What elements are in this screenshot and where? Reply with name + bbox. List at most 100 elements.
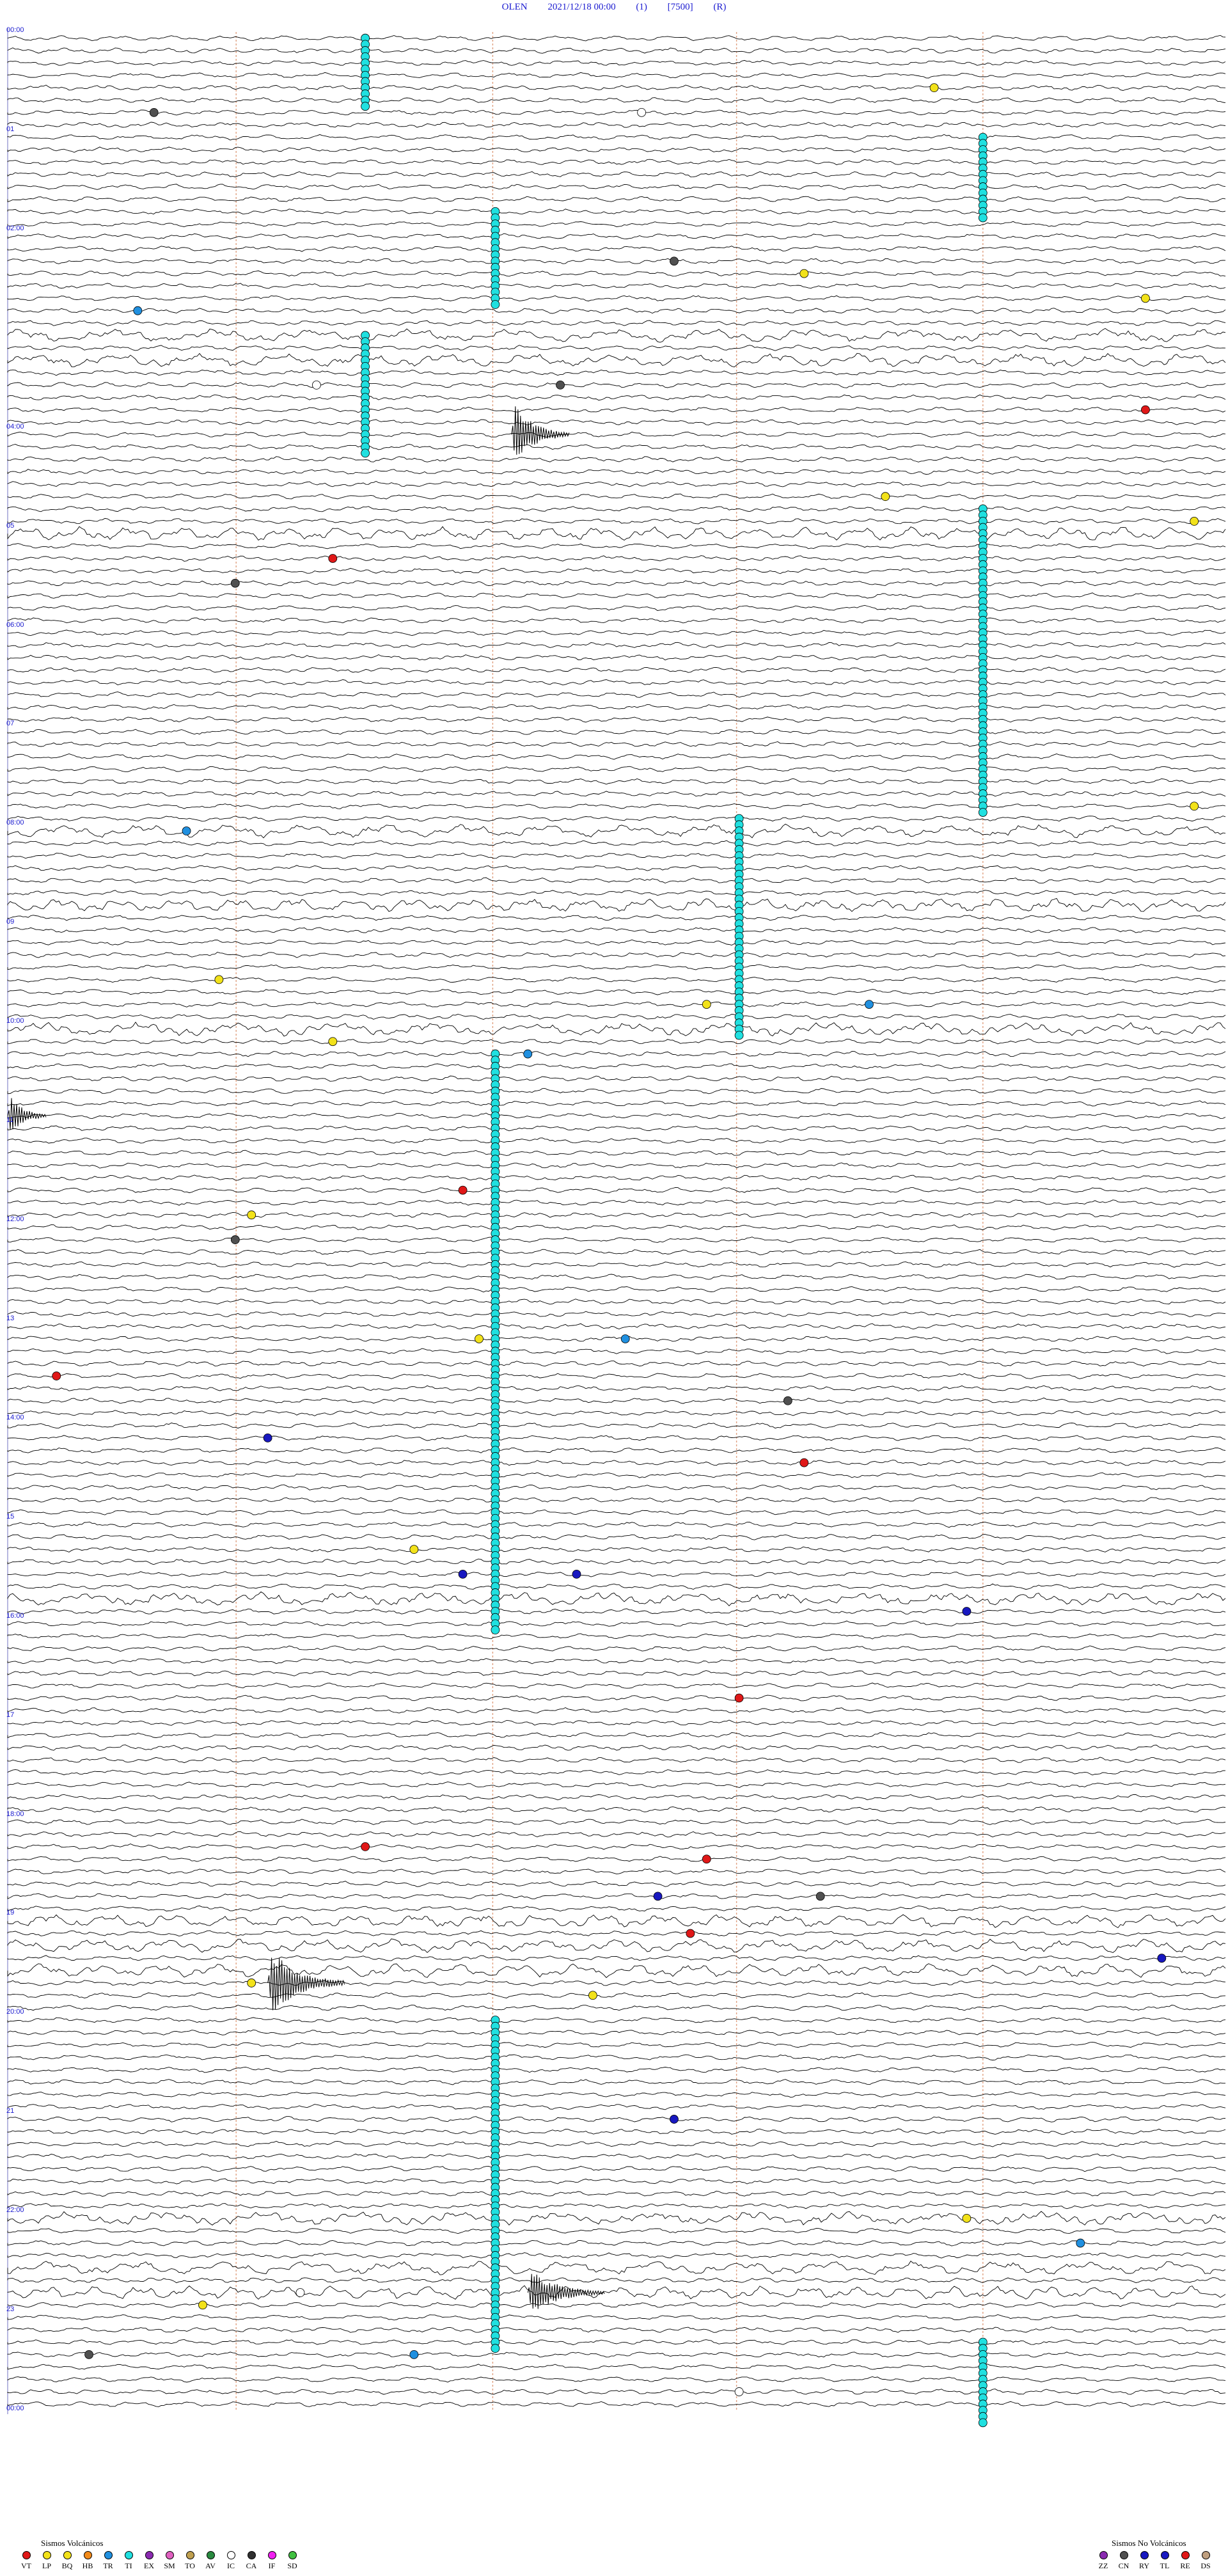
trace-row (7, 1757, 1226, 1764)
legend-dot-icon (165, 2551, 174, 2559)
event-marker-tr (133, 306, 143, 315)
legend-code: BQ (61, 2561, 73, 2570)
date-time: 2021/12/18 00:00 (547, 2, 616, 12)
time-label: 01 (6, 125, 15, 133)
trace-row (7, 1682, 1226, 1689)
trace-row (7, 283, 1226, 289)
trace-row (7, 580, 1226, 587)
trace-row (7, 1583, 1226, 1590)
legend-code: DS (1200, 2561, 1211, 2570)
event-marker-cn (230, 1235, 240, 1244)
trace-row (7, 419, 1225, 425)
trace-row (7, 233, 1226, 240)
tremor-marker (491, 1625, 500, 1634)
trace-row (7, 47, 1226, 54)
event-marker-cn (84, 2350, 93, 2359)
trace-row (7, 1769, 1226, 1776)
trace-row (7, 2211, 1226, 2225)
event-marker-ry (458, 1569, 468, 1579)
event-marker-vt (799, 1458, 809, 1467)
event-marker-cn (556, 380, 565, 390)
trace-row (7, 109, 1226, 116)
trace-row (7, 1497, 1226, 1503)
legend-dot-icon (267, 2551, 276, 2559)
legend-item-ry: RY (1136, 2551, 1153, 2571)
time-label: 18:00 (6, 1810, 24, 1818)
trace-row (7, 159, 1226, 166)
trace-row (7, 679, 1226, 686)
trace-row (7, 604, 1226, 612)
trace-row (7, 1237, 1226, 1243)
trace-row (7, 865, 1226, 871)
trace-row (7, 1435, 1226, 1441)
trace-row (7, 1930, 1226, 1937)
trace-row (7, 1732, 1226, 1739)
trace-row (7, 691, 1226, 698)
trace-row (7, 1447, 1226, 1454)
legend-code: RE (1180, 2561, 1190, 2570)
event-marker-ic (637, 107, 647, 117)
trace-row (7, 741, 1226, 747)
legend-dot-icon (63, 2551, 72, 2559)
trace-row (7, 134, 1226, 141)
trace-row (7, 480, 1226, 487)
event-marker-ic (311, 380, 321, 390)
event-marker-lp (1141, 294, 1150, 303)
trace-row (7, 2190, 1226, 2197)
event-waveform (267, 1957, 345, 2011)
legend-code: RY (1138, 2561, 1149, 2570)
legend-dot-icon (226, 2551, 235, 2559)
trace-row (7, 270, 1226, 277)
event-marker-ry (1157, 1954, 1167, 1963)
event-marker-ry (263, 1433, 272, 1442)
trace-row (7, 1125, 1226, 1132)
time-label: 09 (6, 918, 15, 926)
trace-row (7, 1534, 1226, 1540)
legend-dot-icon (185, 2551, 194, 2559)
trace-row (7, 1299, 1226, 1305)
trace-row (7, 897, 1226, 912)
tremor-marker (978, 213, 988, 223)
trace-row (7, 2054, 1226, 2060)
trace-row (7, 221, 1226, 227)
trace-row (7, 1422, 1226, 1429)
legend-item-ti: TI (120, 2551, 137, 2571)
legend-dot-icon (1160, 2551, 1169, 2559)
chart-header: OLEN 2021/12/18 00:00 (1) [7500] (R) (0, 0, 1228, 14)
trace-row (7, 352, 1226, 368)
trace-row (7, 1484, 1226, 1491)
event-waveform (7, 1098, 47, 1130)
trace-row (7, 1174, 1226, 1181)
time-label: 20:00 (6, 2008, 24, 2016)
trace-row (7, 2285, 1226, 2300)
trace-row (7, 122, 1226, 128)
trace-row (7, 2240, 1226, 2247)
event-marker-tr (865, 1000, 874, 1009)
legend-item-cn: CN (1115, 2551, 1132, 2571)
trace-row (7, 2277, 1226, 2284)
legend-dot-icon (22, 2551, 31, 2559)
helicorder-plot (7, 28, 1226, 2428)
time-label: 04:00 (6, 422, 24, 431)
trace-row (7, 72, 1226, 79)
trace-row (7, 1013, 1226, 1020)
legend-item-tl: TL (1156, 2551, 1173, 2571)
trace-row (7, 1286, 1226, 1293)
trace-row (7, 840, 1226, 847)
trace-row (7, 976, 1226, 983)
trace-row (7, 1869, 1226, 1875)
legend-dot-icon (104, 2551, 113, 2559)
trace-row (7, 853, 1226, 859)
trace-row (7, 1385, 1226, 1391)
trace-row (7, 1591, 1226, 1606)
trace-row (7, 1472, 1226, 1478)
time-label: 21 (6, 2107, 15, 2115)
event-marker-lp (214, 975, 224, 984)
trace-row (7, 146, 1226, 153)
trace-row (7, 1274, 1226, 1281)
time-label: 11 (6, 1116, 14, 1125)
trace-row (7, 1361, 1226, 1367)
trace-row (7, 1806, 1226, 1813)
time-label: 06:00 (6, 620, 24, 629)
trace-row (7, 246, 1226, 252)
